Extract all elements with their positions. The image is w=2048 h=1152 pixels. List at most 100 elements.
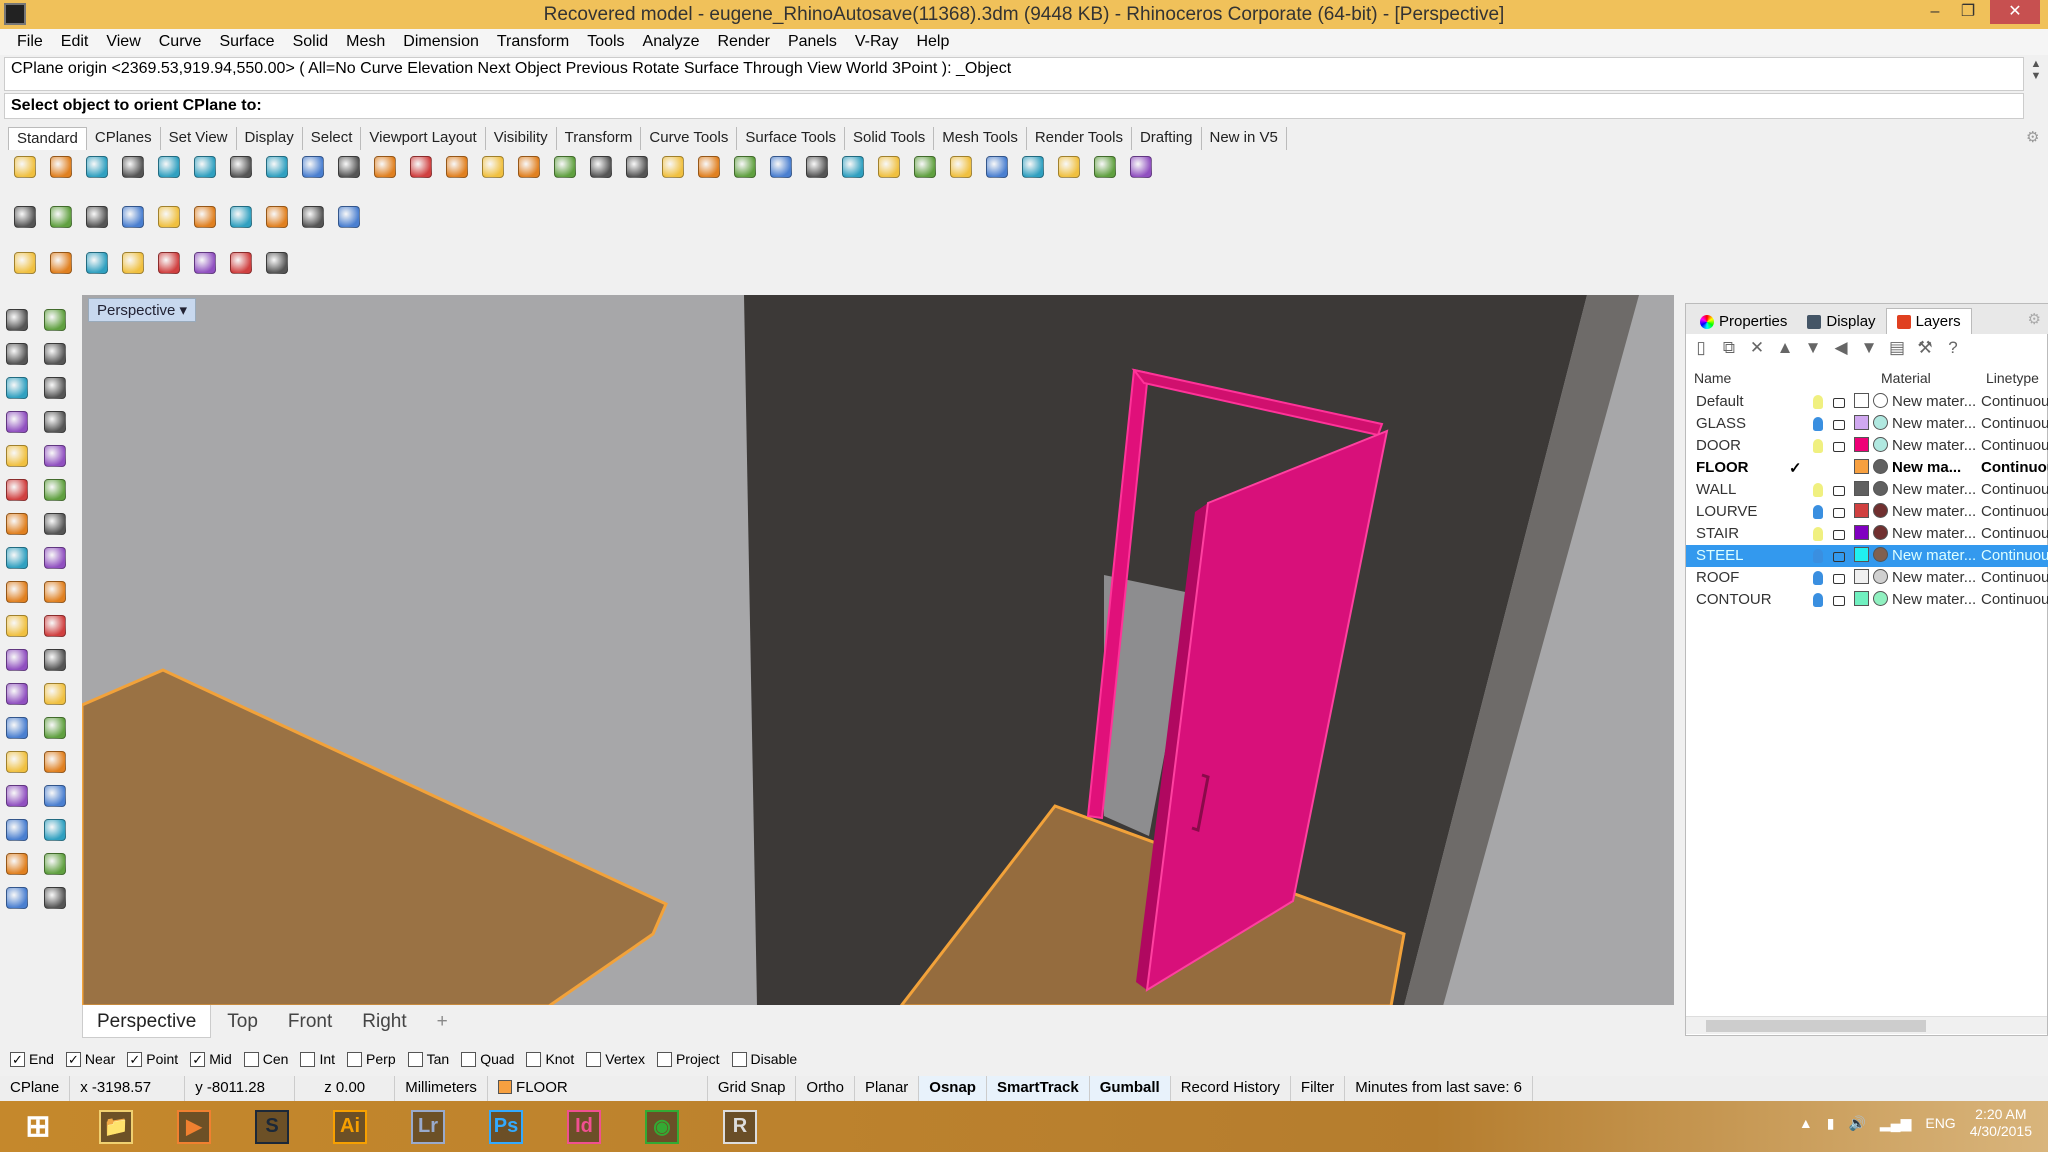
group-icon[interactable]	[2, 645, 32, 675]
clock[interactable]: 2:20 AM 4/30/2015	[1970, 1106, 2032, 1140]
filter-icon[interactable]	[1018, 152, 1048, 182]
vray-rt-icon[interactable]	[154, 202, 184, 232]
analyze-icon[interactable]	[2, 849, 32, 879]
start-button[interactable]: ⊞	[10, 1104, 66, 1150]
four-viewports-icon[interactable]	[586, 152, 616, 182]
unlock-icon[interactable]	[1833, 508, 1845, 518]
unlock-icon[interactable]	[1833, 552, 1845, 562]
osnap-knot[interactable]: Knot	[526, 1051, 574, 1067]
shaded-sphere-icon[interactable]	[946, 152, 976, 182]
layer-linetype[interactable]: Continuous	[1981, 525, 2048, 542]
cplane-icon[interactable]	[1090, 152, 1120, 182]
menu-help[interactable]: Help	[907, 33, 958, 51]
toolbar-tab-curve-tools[interactable]: Curve Tools	[641, 127, 738, 150]
network-icon[interactable]: ▮	[1827, 1115, 1835, 1132]
osnap-checkbox[interactable]: ✓	[190, 1051, 206, 1067]
add-viewport-tab-button[interactable]: +	[423, 1005, 462, 1038]
layer-row-glass[interactable]: GLASS New mater... Continuous	[1686, 413, 2048, 435]
toolbar-tab-standard[interactable]: Standard	[8, 127, 87, 150]
taskbar-media-player[interactable]: ▶	[166, 1104, 222, 1150]
osnap-cen[interactable]: Cen	[243, 1051, 288, 1067]
lamp-icon[interactable]	[46, 248, 76, 278]
viewport-tab-top[interactable]: Top	[213, 1005, 272, 1038]
osnap-checkbox[interactable]	[347, 1051, 363, 1067]
visibility-bulb-icon[interactable]	[1813, 505, 1823, 519]
array-icon[interactable]	[2, 747, 32, 777]
osnap-checkbox[interactable]: ✓	[65, 1051, 81, 1067]
gear-icon[interactable]	[1054, 152, 1084, 182]
help-icon[interactable]: ?	[1942, 336, 1964, 360]
panel-tab-properties[interactable]: Properties	[1690, 309, 1797, 334]
column-name[interactable]: Name	[1694, 370, 1731, 386]
vray-tag-icon[interactable]	[82, 202, 112, 232]
unlock-icon[interactable]	[1833, 486, 1845, 496]
osnap-vertex[interactable]: Vertex	[586, 1051, 645, 1067]
visibility-bulb-icon[interactable]	[1813, 395, 1823, 409]
toolbar-tab-surface-tools[interactable]: Surface Tools	[737, 127, 845, 150]
layer-linetype[interactable]: Continuous	[1981, 415, 2048, 432]
tools-icon[interactable]: ⚒	[1914, 336, 1936, 360]
menu-mesh[interactable]: Mesh	[337, 33, 394, 51]
arrow-light-icon[interactable]	[226, 248, 256, 278]
directional-light-icon[interactable]	[262, 248, 292, 278]
layer-row-floor[interactable]: FLOOR ✓ New ma... Continuous	[1686, 457, 2048, 479]
layer-material[interactable]: New mater...	[1892, 547, 1976, 564]
perspective-viewport[interactable]: Perspective ▾	[82, 295, 1674, 1005]
toolbar-tab-select[interactable]: Select	[303, 127, 362, 150]
material-sphere-icon[interactable]	[1873, 393, 1888, 408]
taskbar-photoshop[interactable]: Ps	[478, 1104, 534, 1150]
menu-view[interactable]: View	[97, 33, 149, 51]
signal-icon[interactable]: ▂▄▆	[1880, 1115, 1911, 1132]
osnap-project[interactable]: Project	[656, 1051, 720, 1067]
viewport-tab-front[interactable]: Front	[274, 1005, 346, 1038]
rectangle-icon[interactable]	[40, 407, 70, 437]
material-sphere-icon[interactable]	[1873, 459, 1888, 474]
visibility-bulb-icon[interactable]	[1813, 527, 1823, 541]
vray-fly-icon[interactable]	[190, 202, 220, 232]
material-sphere-icon[interactable]	[1873, 569, 1888, 584]
vray-light-icon[interactable]	[262, 202, 292, 232]
toggle-smarttrack[interactable]: SmartTrack	[986, 1076, 1090, 1101]
command-history[interactable]: CPlane origin <2369.53,919.94,550.00> ( …	[4, 57, 2024, 91]
solid-icon[interactable]	[2, 781, 32, 811]
layer-linetype[interactable]: Continuous	[1981, 437, 2048, 454]
layer-material[interactable]: New mater...	[1892, 481, 1976, 498]
save-icon[interactable]	[82, 152, 112, 182]
unlock-icon[interactable]	[1833, 398, 1845, 408]
split-icon[interactable]	[2, 611, 32, 641]
menu-v-ray[interactable]: V-Ray	[846, 33, 908, 51]
hatch-icon[interactable]	[40, 781, 70, 811]
move-view-icon[interactable]	[370, 152, 400, 182]
menu-panels[interactable]: Panels	[779, 33, 846, 51]
volume-icon[interactable]: 🔊	[1848, 1115, 1865, 1132]
osnap-disable[interactable]: Disable	[731, 1051, 797, 1067]
toolbar-tab-solid-tools[interactable]: Solid Tools	[845, 127, 935, 150]
toggle-planar[interactable]: Planar	[855, 1076, 920, 1101]
layer-color-swatch[interactable]	[1854, 547, 1869, 562]
layer-material[interactable]: New mater...	[1892, 525, 1976, 542]
car-icon[interactable]	[622, 152, 652, 182]
surface-icon[interactable]	[2, 475, 32, 505]
toolbar-tab-render-tools[interactable]: Render Tools	[1027, 127, 1132, 150]
current-layer[interactable]: FLOOR	[488, 1076, 708, 1101]
layer-color-swatch[interactable]	[1854, 569, 1869, 584]
layer-color-swatch[interactable]	[1854, 437, 1869, 452]
menu-dimension[interactable]: Dimension	[394, 33, 488, 51]
osnap-quad[interactable]: Quad	[461, 1051, 514, 1067]
taskbar-steam[interactable]: S	[244, 1104, 300, 1150]
osnap-tan[interactable]: Tan	[407, 1051, 449, 1067]
render-icon[interactable]	[2, 883, 32, 913]
layer-horizontal-scrollbar[interactable]	[1686, 1016, 2047, 1034]
zoom-window-icon[interactable]	[442, 152, 472, 182]
point-icon[interactable]	[40, 305, 70, 335]
material-sphere-icon[interactable]	[1873, 525, 1888, 540]
osnap-point[interactable]: ✓ Point	[127, 1051, 178, 1067]
box-icon[interactable]	[2, 509, 32, 539]
layer-material[interactable]: New ma...	[1892, 459, 1961, 476]
toolbar-tab-viewport-layout[interactable]: Viewport Layout	[361, 127, 486, 150]
ungroup-icon[interactable]	[40, 645, 70, 675]
ellipse-icon[interactable]	[40, 373, 70, 403]
layer-linetype[interactable]: Continuous	[1981, 503, 2048, 520]
panel-tab-layers[interactable]: Layers	[1885, 308, 1972, 334]
layer-row-steel[interactable]: STEEL New mater... Continuous	[1686, 545, 2048, 567]
